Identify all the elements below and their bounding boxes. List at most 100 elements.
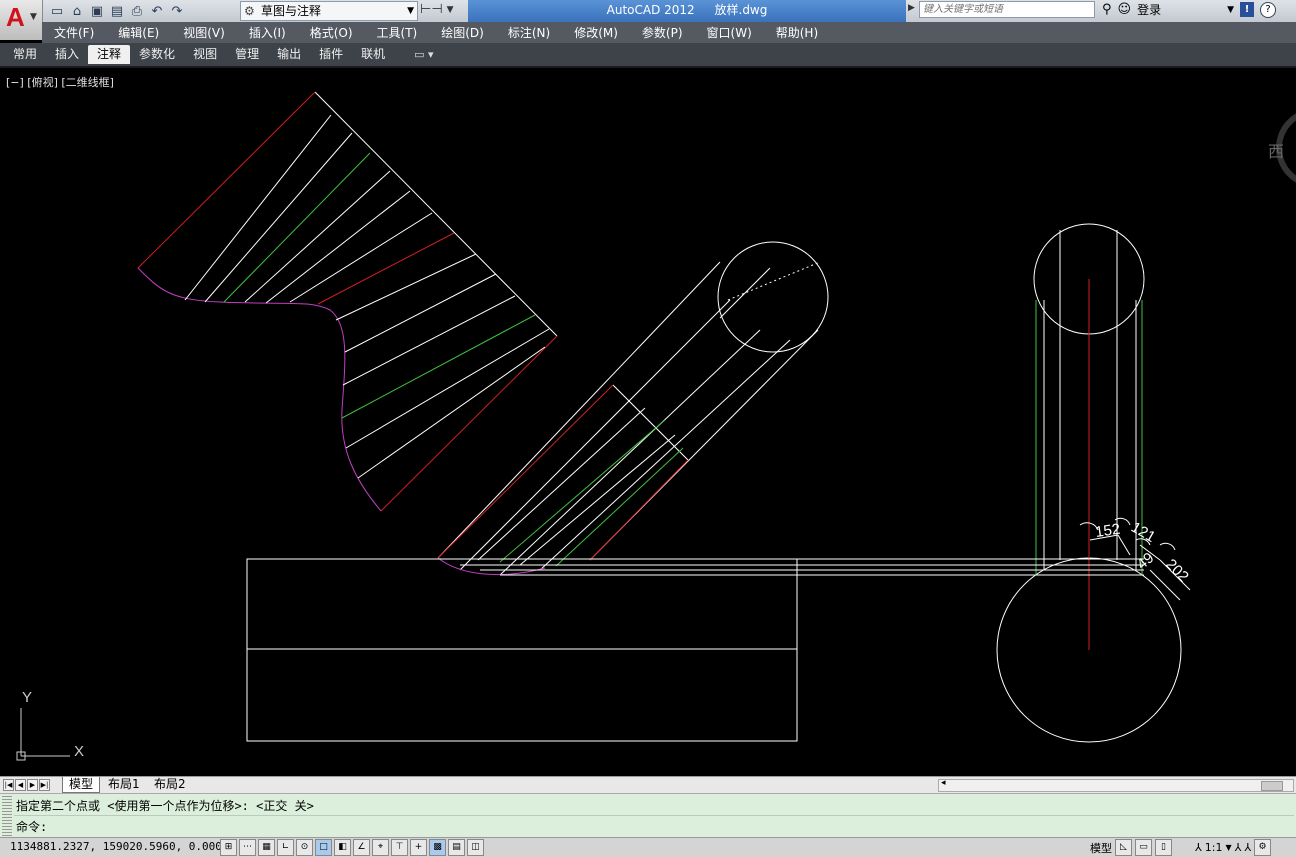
grid-display-icon[interactable]: ▦ bbox=[258, 839, 275, 856]
annotation-scale[interactable]: 1:1 bbox=[1205, 841, 1223, 854]
layout-icon[interactable]: ◺ bbox=[1115, 839, 1132, 856]
quick-properties-icon[interactable]: ▤ bbox=[448, 839, 465, 856]
command-prompt[interactable]: 命令: bbox=[16, 818, 47, 835]
infer-constraints-icon[interactable]: ⊞ bbox=[220, 839, 237, 856]
tab-home[interactable]: 常用 bbox=[4, 45, 46, 64]
quick-view-drawings-icon[interactable]: ▯ bbox=[1155, 839, 1172, 856]
polar-tracking-icon[interactable]: ⊙ bbox=[296, 839, 313, 856]
undo-icon[interactable]: ↶ bbox=[148, 3, 166, 19]
dimension-label[interactable]: 121 bbox=[1128, 519, 1158, 546]
command-window-grip[interactable] bbox=[2, 796, 12, 836]
menu-dimension[interactable]: 标注(N) bbox=[496, 24, 562, 41]
ribbon-tabs: 常用 插入 注释 参数化 视图 管理 输出 插件 联机 ▭ ▾ bbox=[0, 43, 1296, 68]
object-snap-tracking-icon[interactable]: ∠ bbox=[353, 839, 370, 856]
menu-window[interactable]: 窗口(W) bbox=[695, 24, 764, 41]
horizontal-scrollbar[interactable]: ◂ bbox=[938, 778, 1294, 792]
menu-parametric[interactable]: 参数(P) bbox=[630, 24, 695, 41]
annotation-scale-icon[interactable]: ⅄ bbox=[1195, 841, 1202, 854]
new-file-icon[interactable]: ▭ bbox=[48, 3, 66, 19]
viewcube-west-label[interactable]: 西 bbox=[1268, 138, 1284, 162]
transparency-icon[interactable]: ▩ bbox=[429, 839, 446, 856]
drawing-viewport[interactable]: [−] [俯视] [二维线框] 152 121 49 202 Y X 西 bbox=[0, 68, 1296, 776]
workspace-switching-icon[interactable]: ⚙ bbox=[1254, 839, 1272, 856]
snap-mode-icon[interactable]: ⋯ bbox=[239, 839, 256, 856]
tab-online[interactable]: 联机 bbox=[352, 45, 394, 64]
next-layout-icon[interactable]: ▶ bbox=[27, 779, 38, 791]
application-menu-button[interactable]: A ▼ bbox=[0, 0, 43, 40]
menu-insert[interactable]: 插入(I) bbox=[237, 24, 298, 41]
first-layout-icon[interactable]: |◀ bbox=[3, 779, 14, 791]
login-link[interactable]: 登录 bbox=[1137, 1, 1161, 18]
redo-icon[interactable]: ↷ bbox=[168, 3, 186, 19]
print-icon[interactable]: ⎙ bbox=[128, 3, 146, 19]
menu-bar: 文件(F) 编辑(E) 视图(V) 插入(I) 格式(O) 工具(T) 绘图(D… bbox=[42, 22, 1296, 43]
dynamic-ucs-icon[interactable]: ⌖ bbox=[372, 839, 389, 856]
gear-icon: ⚙ bbox=[244, 4, 255, 18]
chevron-down-icon: ▼ bbox=[407, 6, 414, 16]
tab-manage[interactable]: 管理 bbox=[226, 45, 268, 64]
workspace-selector[interactable]: ⚙ 草图与注释 ▼ bbox=[240, 1, 418, 21]
user-icon[interactable]: ☺ bbox=[1118, 2, 1132, 17]
chevron-down-icon[interactable]: ▼ bbox=[447, 5, 454, 15]
dimension-label[interactable]: 152 bbox=[1094, 521, 1121, 541]
dimension-label[interactable]: 202 bbox=[1162, 556, 1192, 586]
menu-draw[interactable]: 绘图(D) bbox=[429, 24, 496, 41]
command-window: 指定第二个点或 <使用第一个点作为位移>: <正交 关> 命令: bbox=[0, 793, 1296, 838]
auto-scale-icon[interactable]: ⅄ bbox=[1244, 841, 1251, 854]
quick-view-layouts-icon[interactable]: ▭ bbox=[1135, 839, 1152, 856]
scroll-thumb[interactable] bbox=[1261, 781, 1283, 791]
tab-view[interactable]: 视图 bbox=[184, 45, 226, 64]
menu-help[interactable]: 帮助(H) bbox=[764, 24, 830, 41]
open-folder-icon[interactable]: ⌂ bbox=[68, 3, 86, 19]
coordinate-readout[interactable]: 1134881.2327, 159020.5960, 0.0000 bbox=[10, 840, 229, 853]
tab-parametric[interactable]: 参数化 bbox=[130, 45, 184, 64]
tab-output[interactable]: 输出 bbox=[268, 45, 310, 64]
file-name: 放样.dwg bbox=[714, 3, 768, 17]
menu-format[interactable]: 格式(O) bbox=[298, 24, 365, 41]
tab-insert[interactable]: 插入 bbox=[46, 45, 88, 64]
prev-layout-icon[interactable]: ◀ bbox=[15, 779, 26, 791]
menu-modify[interactable]: 修改(M) bbox=[562, 24, 630, 41]
help-icon[interactable]: ? bbox=[1260, 1, 1277, 18]
base-rectangles bbox=[246, 558, 798, 742]
qat-extra: ⊢⊣ ▼ bbox=[420, 2, 454, 17]
drawing-canvas[interactable]: 152 121 49 202 Y X bbox=[0, 68, 1296, 776]
window-title: AutoCAD 2012 放样.dwg bbox=[468, 0, 906, 22]
chevron-down-icon: ▼ bbox=[30, 12, 37, 22]
search-input[interactable] bbox=[919, 1, 1095, 18]
tab-annotate[interactable]: 注释 bbox=[88, 45, 131, 64]
menu-tools[interactable]: 工具(T) bbox=[365, 24, 430, 41]
triangle-right-icon[interactable]: ▶ bbox=[908, 3, 915, 13]
tab-plugins[interactable]: 插件 bbox=[310, 45, 352, 64]
annotation-visibility-icon[interactable]: ⅄ bbox=[1235, 841, 1242, 854]
tab-layout1[interactable]: 布局1 bbox=[102, 777, 146, 792]
ribbon-minimize-icon[interactable]: ▭ ▾ bbox=[414, 48, 433, 61]
save-as-icon[interactable]: ▤ bbox=[108, 3, 126, 19]
menu-view[interactable]: 视图(V) bbox=[171, 24, 237, 41]
viewcube[interactable]: 西 bbox=[1268, 108, 1296, 188]
ortho-mode-icon[interactable]: ∟ bbox=[277, 839, 294, 856]
dynamic-input-icon[interactable]: ⊤ bbox=[391, 839, 408, 856]
lineweight-icon[interactable]: + bbox=[410, 839, 427, 856]
menu-edit[interactable]: 编辑(E) bbox=[106, 24, 171, 41]
model-space-label[interactable]: 模型 bbox=[1090, 840, 1112, 856]
selection-cycling-icon[interactable]: ◫ bbox=[467, 839, 484, 856]
lofted-shape-left bbox=[137, 91, 558, 512]
chevron-down-icon[interactable]: ▼ bbox=[1225, 843, 1231, 852]
exchange-icon[interactable]: ! bbox=[1240, 2, 1255, 17]
binoculars-icon[interactable]: ⚲ bbox=[1102, 2, 1112, 17]
scroll-left-icon[interactable]: ◂ bbox=[941, 778, 946, 788]
3d-osnap-icon[interactable]: ◧ bbox=[334, 839, 351, 856]
menu-file[interactable]: 文件(F) bbox=[42, 24, 106, 41]
object-snap-icon[interactable]: □ bbox=[315, 839, 332, 856]
chevron-down-icon[interactable]: ▼ bbox=[1227, 5, 1234, 15]
dimension-tool-icon[interactable]: ⊢⊣ bbox=[420, 2, 443, 17]
ucs-icon bbox=[16, 708, 70, 761]
save-icon[interactable]: ▣ bbox=[88, 3, 106, 19]
tab-layout2[interactable]: 布局2 bbox=[148, 777, 192, 792]
tab-model[interactable]: 模型 bbox=[62, 777, 101, 793]
pipe-right bbox=[460, 223, 1191, 743]
last-layout-icon[interactable]: ▶| bbox=[39, 779, 50, 791]
swept-tube-diagonal bbox=[437, 241, 829, 576]
ucs-y-label: Y bbox=[22, 689, 32, 706]
